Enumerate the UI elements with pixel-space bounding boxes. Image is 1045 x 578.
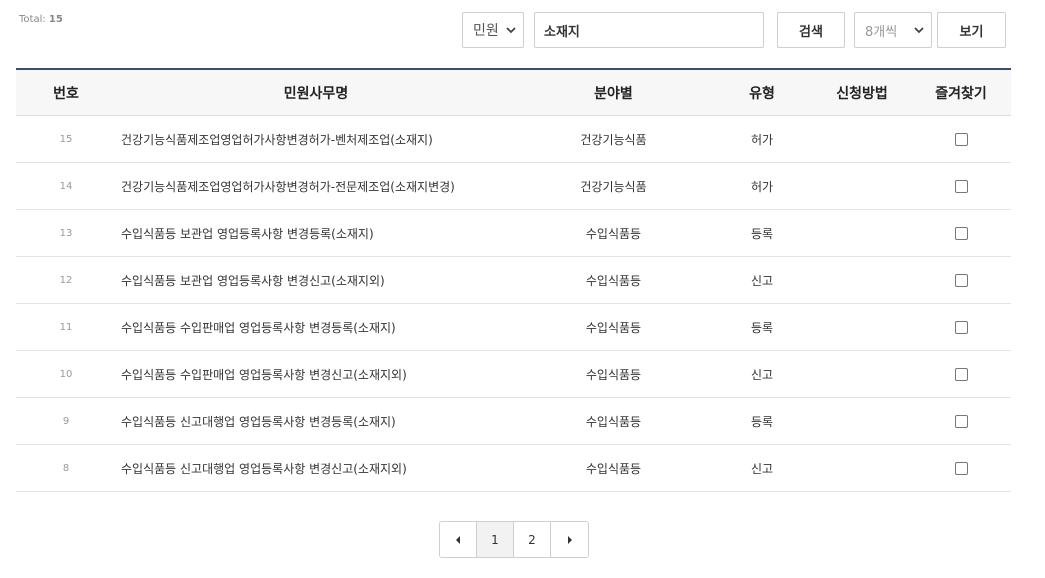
- row-no: 15: [59, 133, 73, 145]
- row-no: 9: [62, 415, 70, 427]
- row-field: 수입식품등: [585, 414, 642, 429]
- page-size-value: 8개씩: [865, 24, 898, 40]
- row-name-link[interactable]: 수입식품등 보관업 영업등록사항 변경신고(소재지외): [116, 272, 516, 289]
- chevron-down-icon: [914, 27, 924, 34]
- table-row: 10 수입식품등 수입판매업 영업등록사항 변경신고(소재지외) 수입식품등 신…: [16, 351, 1011, 398]
- row-no: 14: [59, 180, 73, 192]
- caret-left-icon: [456, 535, 460, 544]
- table-row: 13 수입식품등 보관업 영업등록사항 변경등록(소재지) 수입식품등 등록: [16, 210, 1011, 257]
- table-row: 8 수입식품등 신고대행업 영업등록사항 변경신고(소재지외) 수입식품등 신고: [16, 445, 1011, 492]
- favorite-checkbox[interactable]: [954, 367, 968, 381]
- search-input[interactable]: 소재지: [534, 12, 764, 48]
- category-select-value: 민원: [473, 23, 499, 39]
- search-input-value: 소재지: [544, 24, 580, 40]
- table-row: 15 건강기능식품제조업영업허가사항변경허가-벤처제조업(소재지) 건강기능식품…: [16, 116, 1011, 163]
- search-button[interactable]: 검색: [777, 12, 845, 48]
- row-type: 허가: [750, 179, 774, 194]
- row-name-link[interactable]: 건강기능식품제조업영업허가사항변경허가-전문제조업(소재지변경): [116, 178, 516, 195]
- row-favorite: [911, 461, 1011, 475]
- row-favorite: [911, 226, 1011, 240]
- row-name-link[interactable]: 수입식품등 신고대행업 영업등록사항 변경신고(소재지외): [116, 460, 516, 477]
- row-name-link[interactable]: 수입식품등 수입판매업 영업등록사항 변경신고(소재지외): [116, 366, 516, 383]
- total-label: Total:: [19, 14, 46, 25]
- row-type: 신고: [750, 273, 774, 288]
- row-favorite: [911, 179, 1011, 193]
- row-type: 등록: [750, 320, 774, 335]
- page-size-select[interactable]: 8개씩: [854, 12, 932, 48]
- row-type: 허가: [750, 132, 774, 147]
- header-field: 분야별: [594, 85, 633, 102]
- favorite-checkbox[interactable]: [954, 226, 968, 240]
- favorite-checkbox[interactable]: [954, 132, 968, 146]
- search-button-label: 검색: [799, 24, 823, 40]
- row-no: 13: [59, 227, 73, 239]
- table-row: 9 수입식품등 신고대행업 영업등록사항 변경등록(소재지) 수입식품등 등록: [16, 398, 1011, 445]
- header-favorite: 즐겨찾기: [935, 85, 987, 102]
- row-no: 8: [62, 462, 70, 474]
- row-type: 등록: [750, 414, 774, 429]
- header-no: 번호: [53, 85, 79, 102]
- total-count: Total: 15: [19, 14, 63, 25]
- header-method: 신청방법: [836, 85, 888, 102]
- row-field: 수입식품등: [585, 320, 642, 335]
- favorite-checkbox[interactable]: [954, 414, 968, 428]
- table-header: 번호 민원사무명 분야별 유형 신청방법 즐겨찾기: [16, 70, 1011, 116]
- row-type: 신고: [750, 461, 774, 476]
- row-field: 수입식품등: [585, 226, 642, 241]
- chevron-down-icon: [506, 27, 516, 34]
- row-field: 수입식품등: [585, 461, 642, 476]
- row-no: 11: [59, 321, 73, 333]
- favorite-checkbox[interactable]: [954, 461, 968, 475]
- header-name: 민원사무명: [283, 85, 349, 102]
- row-field: 건강기능식품: [580, 132, 647, 147]
- civil-affairs-table: 번호 민원사무명 분야별 유형 신청방법 즐겨찾기 15 건강기능식품제조업영업…: [16, 68, 1011, 492]
- row-name-link[interactable]: 수입식품등 보관업 영업등록사항 변경등록(소재지): [116, 225, 516, 242]
- page-2-button[interactable]: 2: [514, 522, 551, 557]
- table-row: 11 수입식품등 수입판매업 영업등록사항 변경등록(소재지) 수입식품등 등록: [16, 304, 1011, 351]
- row-field: 수입식품등: [585, 273, 642, 288]
- category-select[interactable]: 민원: [462, 12, 524, 48]
- table-row: 14 건강기능식품제조업영업허가사항변경허가-전문제조업(소재지변경) 건강기능…: [16, 163, 1011, 210]
- row-type: 신고: [750, 367, 774, 382]
- row-favorite: [911, 132, 1011, 146]
- row-favorite: [911, 320, 1011, 334]
- next-page-button[interactable]: [551, 522, 588, 557]
- row-no: 12: [59, 274, 73, 286]
- view-button-label: 보기: [959, 24, 984, 40]
- row-favorite: [911, 367, 1011, 381]
- pagination: 1 2: [439, 521, 589, 558]
- row-field: 건강기능식품: [580, 179, 647, 194]
- caret-right-icon: [567, 535, 572, 544]
- row-name-link[interactable]: 수입식품등 수입판매업 영업등록사항 변경등록(소재지): [116, 319, 516, 336]
- row-favorite: [911, 273, 1011, 287]
- view-button[interactable]: 보기: [937, 12, 1006, 48]
- row-favorite: [911, 414, 1011, 428]
- total-number: 15: [48, 14, 63, 25]
- row-field: 수입식품등: [585, 367, 642, 382]
- table-row: 12 수입식품등 보관업 영업등록사항 변경신고(소재지외) 수입식품등 신고: [16, 257, 1011, 304]
- row-name-link[interactable]: 수입식품등 신고대행업 영업등록사항 변경등록(소재지): [116, 413, 516, 430]
- favorite-checkbox[interactable]: [954, 179, 968, 193]
- row-no: 10: [59, 368, 73, 380]
- favorite-checkbox[interactable]: [954, 320, 968, 334]
- prev-page-button[interactable]: [440, 522, 477, 557]
- row-name-link[interactable]: 건강기능식품제조업영업허가사항변경허가-벤처제조업(소재지): [116, 131, 516, 148]
- row-type: 등록: [750, 226, 774, 241]
- favorite-checkbox[interactable]: [954, 273, 968, 287]
- header-type: 유형: [749, 85, 775, 102]
- page-1-button[interactable]: 1: [477, 522, 514, 557]
